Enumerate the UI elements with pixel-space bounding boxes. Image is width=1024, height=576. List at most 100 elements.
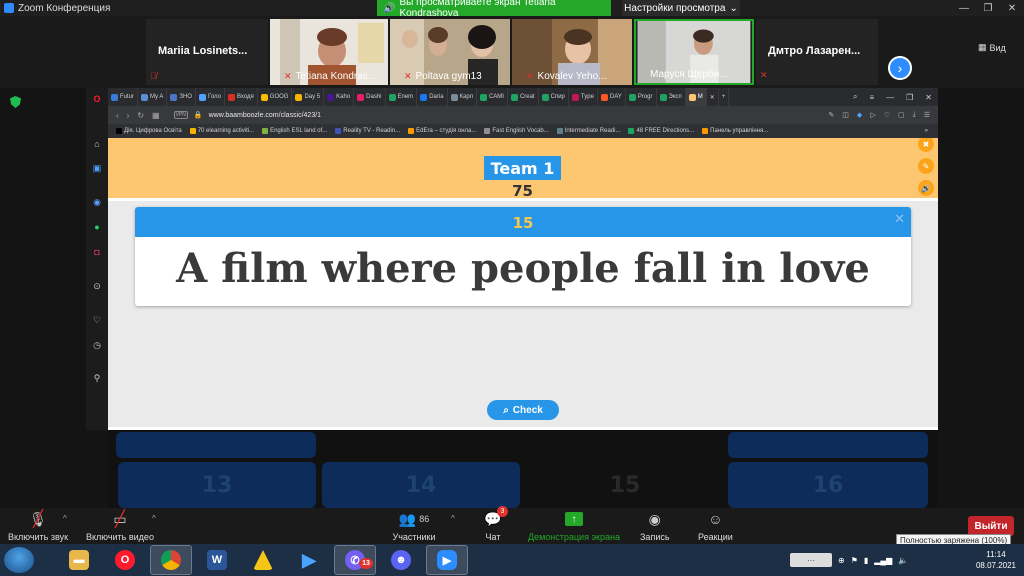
volume-icon[interactable]: 🔈	[898, 556, 908, 565]
tray-app-icon[interactable]: ⊕	[838, 556, 845, 565]
team-name[interactable]: Team 1	[484, 156, 561, 180]
forward-icon[interactable]: ›	[127, 111, 130, 120]
close-icon[interactable]: ✕	[1000, 0, 1024, 16]
browser-tab[interactable]: Спир	[539, 88, 569, 106]
network-icon[interactable]: ▂▄▆	[874, 556, 892, 565]
browser-tab[interactable]: Enem	[386, 88, 418, 106]
player-icon[interactable]: ⊙	[91, 280, 103, 292]
camera-icon[interactable]: ◫	[842, 111, 849, 119]
bookmark-item[interactable]: Дія. Цифрова Освіта	[116, 128, 182, 134]
speed-dial-icon[interactable]: ▣	[91, 162, 103, 174]
maximize-icon[interactable]: ❐	[976, 0, 1000, 16]
browser-tab[interactable]: My A	[138, 88, 168, 106]
share-banner[interactable]: 🔊 Вы просматриваете экран Tetiana Kondra…	[377, 0, 611, 19]
leave-button[interactable]: Выйти	[968, 516, 1014, 536]
heart-icon[interactable]: ♡	[91, 314, 103, 326]
whatsapp-icon[interactable]: ●	[91, 221, 103, 233]
system-clock[interactable]: 11:14 08.07.2021	[976, 549, 1016, 571]
participant-tile[interactable]: ✕ Tetiana Kondras...	[270, 19, 388, 85]
settings-icon[interactable]: ☰	[924, 111, 930, 119]
reload-icon[interactable]: ↻	[137, 111, 144, 120]
browser-tab[interactable]: Входя	[225, 88, 258, 106]
taskbar-word[interactable]: W	[196, 545, 238, 575]
browser-tab[interactable]: ЗНО	[167, 88, 196, 106]
participants-button[interactable]: 👥 86 Участники	[392, 510, 436, 543]
participant-tile[interactable]: Mariia Losinets... 🎙̸	[146, 19, 268, 85]
bookmark-item[interactable]: Reality TV - Readin...	[335, 128, 400, 134]
browser-tab[interactable]: Kaho	[324, 88, 355, 106]
search-icon[interactable]: ⌕	[853, 92, 857, 102]
download-icon[interactable]: ⤓	[913, 111, 916, 119]
menu-icon[interactable]: ≡	[869, 93, 874, 102]
browser-tab[interactable]: DAY	[598, 88, 626, 106]
minimize-icon[interactable]: —	[952, 0, 976, 16]
input-box[interactable]: ···	[790, 553, 832, 567]
bookmark-item[interactable]: EdEra – студія онла...	[408, 128, 476, 134]
participant-tile-active-speaker[interactable]: Маруся Щерби...	[634, 19, 754, 85]
browser-tab[interactable]: Futur	[108, 88, 139, 106]
participant-tile[interactable]: ✕ Poltava gym13	[390, 19, 510, 85]
send-icon[interactable]: ▷	[870, 111, 875, 119]
grid-cell[interactable]: 16	[728, 462, 928, 508]
browser-tab[interactable]: GOOG	[258, 88, 293, 106]
taskbar-opera[interactable]: O	[104, 545, 146, 575]
heart-icon[interactable]: ♡	[884, 111, 890, 119]
browser-tab[interactable]: Эксп	[657, 88, 686, 106]
bookmark-item[interactable]: English ESL land of...	[262, 128, 327, 134]
battery-icon[interactable]: ▮	[864, 556, 868, 565]
share-screen-button[interactable]: ↑ Демонстрация экрана	[528, 510, 620, 542]
browser-tab[interactable]: CAMI	[477, 88, 508, 106]
unmute-button[interactable]: 🎙 ╱ Включить звук	[8, 510, 68, 543]
url-field[interactable]: VPN 🔒 www.baamboozle.com/classic/423/1	[173, 111, 321, 119]
wallet-icon[interactable]: ▢	[898, 111, 905, 119]
browser-tab[interactable]: Day 5	[292, 88, 325, 106]
pin-icon[interactable]: ⚲	[91, 372, 103, 384]
back-icon[interactable]: ‹	[116, 111, 119, 120]
start-video-button[interactable]: ▭ ╱ Включить видео	[86, 510, 154, 543]
vpn-badge[interactable]: VPN	[173, 111, 188, 119]
record-button[interactable]: ◉ Запись	[640, 510, 670, 543]
speed-dial-grid-icon[interactable]: ▦	[152, 111, 160, 120]
participants-options-caret[interactable]: ^	[451, 514, 455, 523]
reactions-button[interactable]: ☺ Реакции	[698, 510, 733, 542]
audio-options-caret[interactable]: ^	[63, 514, 67, 523]
flag-icon[interactable]: ⚑	[851, 556, 858, 565]
sound-button[interactable]: 🔊	[918, 180, 934, 196]
browser-tab[interactable]: M	[685, 88, 707, 106]
shield-check-icon[interactable]: ◆	[857, 111, 862, 119]
browser-tab[interactable]: Карп	[448, 88, 477, 106]
grid-cell[interactable]	[728, 432, 928, 458]
more-bookmarks-icon[interactable]: »	[925, 128, 928, 134]
bookmark-item[interactable]: 48 FREE Directions...	[628, 128, 694, 134]
bookmark-item[interactable]: 70 elearning activiti...	[189, 128, 254, 134]
close-tab-icon[interactable]: ✕	[707, 88, 719, 106]
browser-tab[interactable]: Progr	[626, 88, 657, 106]
edit-icon[interactable]: ✎	[828, 111, 834, 119]
video-options-caret[interactable]: ^	[152, 514, 156, 523]
chat-button[interactable]: 💬 3 Чат	[484, 506, 508, 542]
grid-cell[interactable]: 14	[322, 462, 520, 508]
messenger-icon[interactable]: ◉	[91, 196, 103, 208]
bookmark-item[interactable]: Панель управління...	[702, 128, 768, 134]
taskbar-explorer[interactable]: ▬	[58, 545, 100, 575]
browser-tab[interactable]: Type	[569, 88, 598, 106]
view-button[interactable]: ▦ Вид	[978, 42, 1006, 53]
taskbar-media[interactable]: ▶	[288, 545, 330, 575]
close-icon[interactable]: ✕	[925, 93, 932, 102]
new-tab-icon[interactable]: +	[719, 88, 730, 106]
taskbar-viber[interactable]: ✆ 13	[334, 545, 376, 575]
next-participants-button[interactable]: ›	[888, 56, 912, 80]
close-question-button[interactable]: ✕	[894, 211, 905, 227]
browser-tab[interactable]: Creat	[508, 88, 539, 106]
bookmark-item[interactable]: Intermediate Readi...	[556, 128, 620, 134]
browser-tab[interactable]: Голо	[196, 88, 225, 106]
taskbar-archicad[interactable]	[242, 545, 284, 575]
browser-tab[interactable]: Dashi	[354, 88, 386, 106]
grid-cell[interactable]: 15	[526, 462, 724, 508]
participant-tile[interactable]: Дмтро Лазарен... ✕	[756, 19, 878, 85]
opera-logo-icon[interactable]: O	[91, 93, 103, 105]
edit-button[interactable]: ✎	[918, 158, 934, 174]
minimize-icon[interactable]: —	[886, 93, 894, 102]
taskbar-discord[interactable]: ☻	[380, 545, 422, 575]
check-button[interactable]: ⌕ Check	[487, 400, 559, 420]
